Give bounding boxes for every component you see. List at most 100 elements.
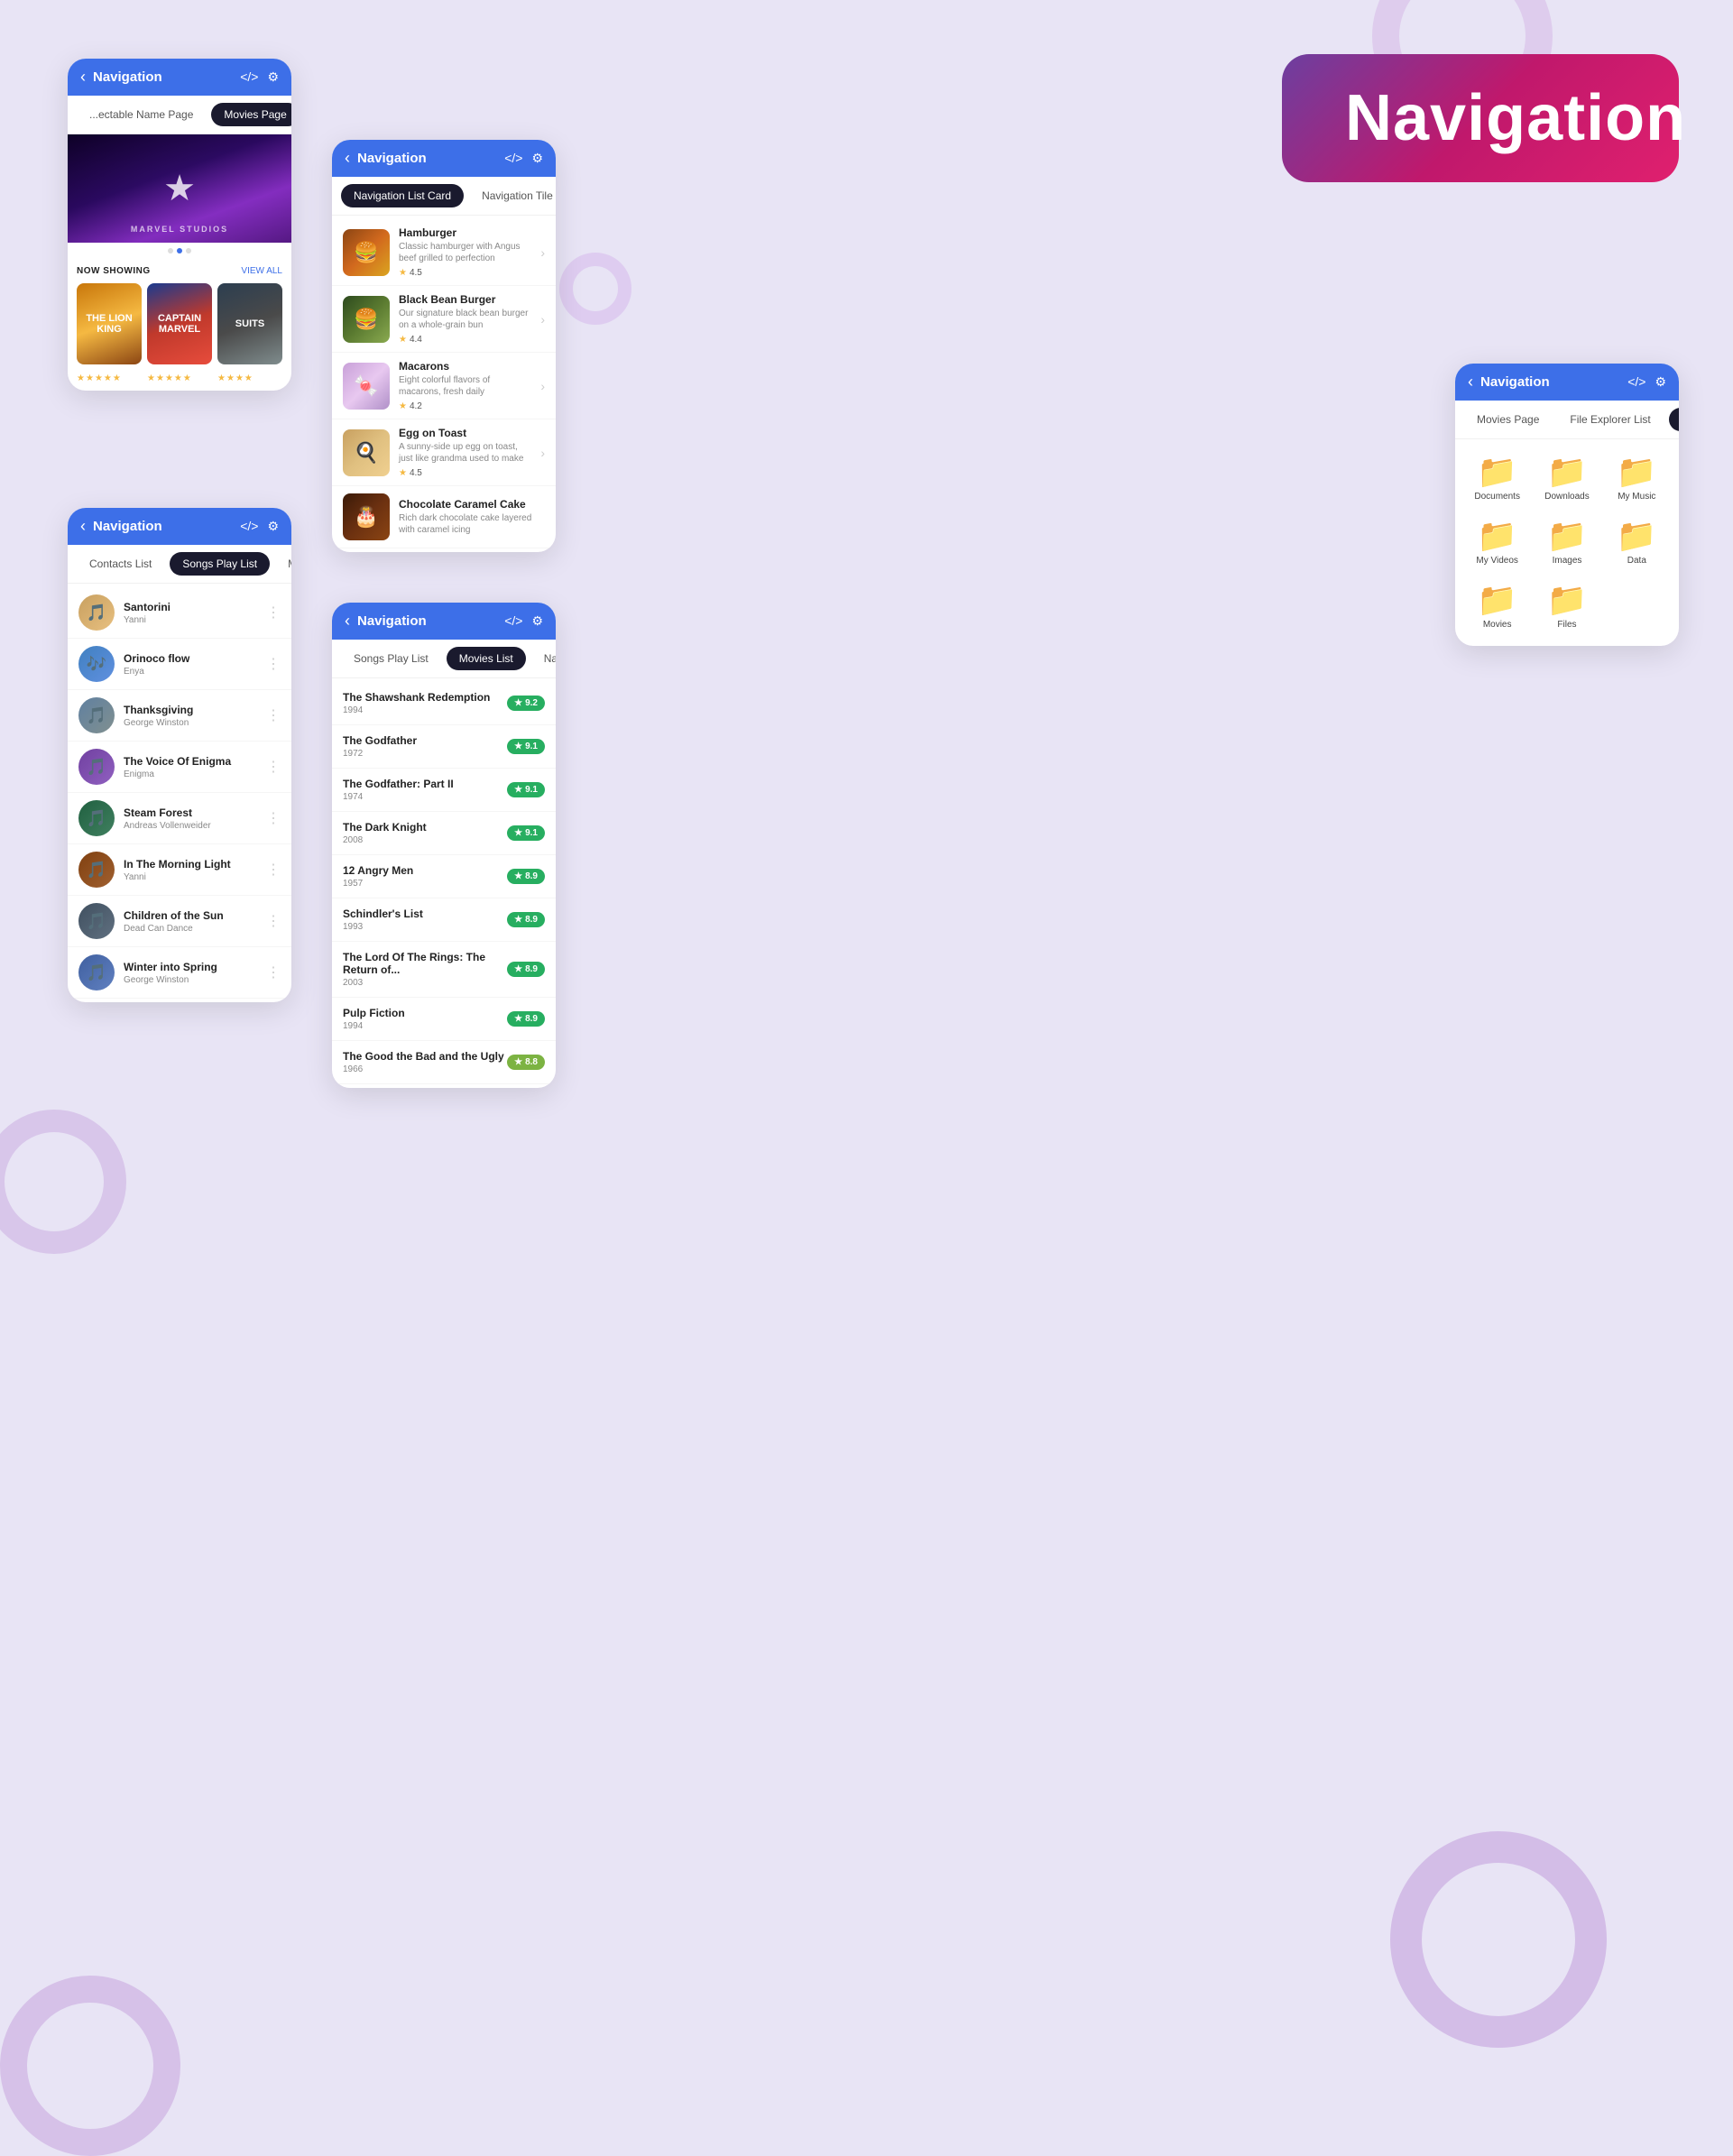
- folder-my-videos[interactable]: 📁 My Videos: [1464, 512, 1530, 573]
- folder-images[interactable]: 📁 Images: [1534, 512, 1599, 573]
- song-menu-children-sun[interactable]: ⋮: [266, 912, 281, 930]
- food-info-blackbean: Black Bean Burger Our signature black be…: [399, 293, 531, 345]
- tab-names-list[interactable]: Names List: [531, 647, 556, 670]
- folder-data[interactable]: 📁 Data: [1604, 512, 1670, 573]
- tab-movies-list-2[interactable]: Movies List: [447, 647, 526, 670]
- movie-info-godfather2: The Godfather: Part II 1974: [343, 778, 454, 802]
- tab-movies-page-2[interactable]: Movies Page: [1464, 408, 1552, 431]
- song-menu-thanksgiving[interactable]: ⋮: [266, 706, 281, 724]
- food-code-icon[interactable]: </>: [504, 151, 522, 166]
- songs-playlist-card: ‹ Navigation </> ⚙ Contacts List Songs P…: [68, 508, 291, 1002]
- movie-list: The Shawshank Redemption 1994 ★ 9.2 The …: [332, 678, 556, 1088]
- song-name-morning-light: In The Morning Light: [124, 858, 257, 871]
- movie-item-shawshank[interactable]: The Shawshank Redemption 1994 ★ 9.2: [332, 682, 556, 725]
- folder-icon-data: 📁: [1617, 520, 1657, 552]
- files-code-icon[interactable]: </>: [1627, 374, 1645, 390]
- song-menu-enigma[interactable]: ⋮: [266, 758, 281, 776]
- tab-songs-play-list[interactable]: Songs Play List: [170, 552, 270, 576]
- banner-dots: [68, 243, 291, 259]
- food-item-hamburger[interactable]: 🍔 Hamburger Classic hamburger with Angus…: [332, 219, 556, 286]
- song-item-enigma[interactable]: 🎵 The Voice Of Enigma Enigma ⋮: [68, 742, 291, 793]
- movie-year-schindler: 1993: [343, 922, 423, 932]
- movies-list-back-icon[interactable]: ‹: [345, 612, 350, 631]
- view-all-button[interactable]: VIEW ALL: [241, 266, 282, 276]
- tab-songs-play-list-2[interactable]: Songs Play List: [341, 647, 441, 670]
- tab-movies-list[interactable]: Movies List: [275, 552, 291, 576]
- folder-files[interactable]: 📁 Files: [1534, 576, 1599, 637]
- tab-nav-tile-card[interactable]: Navigation Tile Card: [469, 184, 556, 207]
- song-item-orinoco[interactable]: 🎶 Orinoco flow Enya ⋮: [68, 639, 291, 690]
- food-name-cake: Chocolate Caramel Cake: [399, 498, 545, 511]
- song-item-children-sun[interactable]: 🎵 Children of the Sun Dead Can Dance ⋮: [68, 896, 291, 947]
- movie-item-godfather[interactable]: The Godfather 1972 ★ 9.1: [332, 725, 556, 769]
- back-icon[interactable]: ‹: [80, 68, 86, 87]
- folder-documents[interactable]: 📁 Documents: [1464, 448, 1530, 509]
- movie-info-12-angry: 12 Angry Men 1957: [343, 864, 413, 889]
- song-item-morning-light[interactable]: 🎵 In The Morning Light Yanni ⋮: [68, 844, 291, 896]
- food-name-egg-toast: Egg on Toast: [399, 427, 531, 439]
- folder-downloads[interactable]: 📁 Downloads: [1534, 448, 1599, 509]
- tab-contacts-list[interactable]: Contacts List: [77, 552, 164, 576]
- songs-code-icon[interactable]: </>: [240, 519, 258, 534]
- stars-3: ★★★★: [217, 373, 282, 383]
- food-item-macarons[interactable]: 🍬 Macarons Eight colorful flavors of mac…: [332, 353, 556, 419]
- food-settings-icon[interactable]: ⚙: [531, 151, 543, 166]
- tab-selectable-name[interactable]: ...ectable Name Page: [77, 103, 206, 126]
- song-item-winter-spring[interactable]: 🎵 Winter into Spring George Winston ⋮: [68, 947, 291, 999]
- movies-list-code-icon[interactable]: </>: [504, 613, 522, 629]
- food-rating-hamburger: ★ 4.5: [399, 268, 531, 278]
- song-item-santorini[interactable]: 🎵 Santorini Yanni ⋮: [68, 587, 291, 639]
- movie-item-dark-knight[interactable]: The Dark Knight 2008 ★ 9.1: [332, 812, 556, 855]
- food-name-macarons: Macarons: [399, 360, 531, 373]
- food-info-egg-toast: Egg on Toast A sunny-side up egg on toas…: [399, 427, 531, 478]
- song-menu-orinoco[interactable]: ⋮: [266, 655, 281, 673]
- movies-list-settings-icon[interactable]: ⚙: [531, 613, 543, 629]
- files-back-icon[interactable]: ‹: [1468, 373, 1473, 392]
- folder-movies[interactable]: 📁 Movies: [1464, 576, 1530, 637]
- movie-item-lotr[interactable]: The Lord Of The Rings: The Return of... …: [332, 942, 556, 998]
- folder-my-music[interactable]: 📁 My Music: [1604, 448, 1670, 509]
- movie-item-pulp-fiction[interactable]: Pulp Fiction 1994 ★ 8.9: [332, 998, 556, 1041]
- tab-file-explorer-grid[interactable]: File Explorer Grid: [1669, 408, 1679, 431]
- code-icon[interactable]: </>: [240, 69, 258, 85]
- folder-label-my-music: My Music: [1618, 492, 1655, 502]
- song-menu-santorini[interactable]: ⋮: [266, 603, 281, 622]
- poster-captain-marvel[interactable]: CAPTAIN MARVEL: [147, 283, 212, 364]
- movies-list-tab-bar: Songs Play List Movies List Names List: [332, 640, 556, 678]
- movie-item-godfather2[interactable]: The Godfather: Part II 1974 ★ 9.1: [332, 769, 556, 812]
- food-list-card: ‹ Navigation </> ⚙ Navigation List Card …: [332, 140, 556, 552]
- song-menu-steam-forest[interactable]: ⋮: [266, 809, 281, 827]
- song-menu-morning-light[interactable]: ⋮: [266, 861, 281, 879]
- movie-item-12-angry[interactable]: 12 Angry Men 1957 ★ 8.9: [332, 855, 556, 898]
- song-info-children-sun: Children of the Sun Dead Can Dance: [124, 909, 257, 934]
- tab-movies-page[interactable]: Movies Page: [211, 103, 291, 126]
- poster-suits-img: SUITS: [217, 283, 282, 364]
- movie-year-godfather2: 1974: [343, 792, 454, 802]
- poster-lion-king[interactable]: THE LION KING: [77, 283, 142, 364]
- movie-year-lotr: 2003: [343, 978, 507, 988]
- songs-settings-icon[interactable]: ⚙: [267, 519, 279, 534]
- settings-icon[interactable]: ⚙: [267, 69, 279, 85]
- movies-tab-bar: ...ectable Name Page Movies Page File Ex…: [68, 96, 291, 134]
- files-tab-bar: Movies Page File Explorer List File Expl…: [1455, 401, 1679, 439]
- tab-nav-list-card[interactable]: Navigation List Card: [341, 184, 464, 207]
- now-showing-label: NOW SHOWING: [77, 266, 151, 276]
- food-info-hamburger: Hamburger Classic hamburger with Angus b…: [399, 226, 531, 278]
- food-item-cake[interactable]: 🎂 Chocolate Caramel Cake Rich dark choco…: [332, 486, 556, 548]
- poster-suits[interactable]: SUITS: [217, 283, 282, 364]
- song-item-steam-forest[interactable]: 🎵 Steam Forest Andreas Vollenweider ⋮: [68, 793, 291, 844]
- songs-back-icon[interactable]: ‹: [80, 517, 86, 536]
- food-item-blackbean[interactable]: 🍔 Black Bean Burger Our signature black …: [332, 286, 556, 353]
- movie-item-good-bad-ugly[interactable]: The Good the Bad and the Ugly 1966 ★ 8.8: [332, 1041, 556, 1084]
- food-desc-cake: Rich dark chocolate cake layered with ca…: [399, 512, 545, 536]
- food-back-icon[interactable]: ‹: [345, 149, 350, 168]
- song-menu-winter-spring[interactable]: ⋮: [266, 963, 281, 981]
- file-grid: 📁 Documents 📁 Downloads 📁 My Music 📁 My …: [1455, 439, 1679, 646]
- song-info-orinoco: Orinoco flow Enya: [124, 652, 257, 677]
- rating-badge-dark-knight: ★ 9.1: [507, 825, 545, 841]
- food-item-egg-toast[interactable]: 🍳 Egg on Toast A sunny-side up egg on to…: [332, 419, 556, 486]
- movie-item-schindler[interactable]: Schindler's List 1993 ★ 8.9: [332, 898, 556, 942]
- song-item-thanksgiving[interactable]: 🎵 Thanksgiving George Winston ⋮: [68, 690, 291, 742]
- files-settings-icon[interactable]: ⚙: [1655, 374, 1666, 390]
- tab-file-explorer-list[interactable]: File Explorer List: [1557, 408, 1663, 431]
